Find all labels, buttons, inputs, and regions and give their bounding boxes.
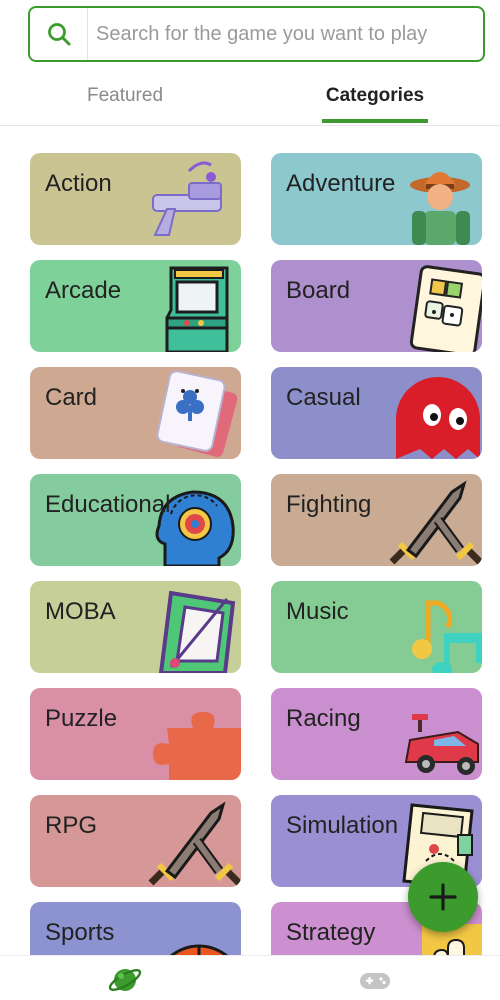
category-card-moba[interactable]: MOBA: [30, 581, 241, 673]
category-label: Fighting: [286, 491, 372, 518]
red-ghost-icon: [382, 367, 482, 459]
category-card-sports[interactable]: Sports: [30, 902, 241, 955]
tab-featured-label: Featured: [86, 84, 164, 106]
gamepad-icon: [360, 973, 390, 989]
category-card-educational[interactable]: Educational: [30, 474, 241, 566]
tab-categories[interactable]: Categories: [250, 66, 500, 125]
tab-featured[interactable]: Featured: [0, 66, 250, 125]
category-card-arcade[interactable]: Arcade: [30, 260, 241, 352]
search-icon[interactable]: [30, 8, 88, 60]
category-label: Action: [45, 170, 112, 197]
category-card-rpg[interactable]: RPG: [30, 795, 241, 887]
category-card-music[interactable]: Music: [271, 581, 482, 673]
category-grid: Action Adventure Arcade Board Card Casual Educ…: [0, 127, 500, 955]
category-label: Racing: [286, 705, 361, 732]
bottom-navigation: [0, 955, 500, 1000]
category-label: MOBA: [45, 598, 116, 625]
category-card-action[interactable]: Action: [30, 153, 241, 245]
moba-board-icon: [141, 581, 241, 673]
category-label: Educational: [45, 491, 171, 518]
swords-icon: [382, 474, 482, 566]
category-card-board[interactable]: Board: [271, 260, 482, 352]
category-label: Puzzle: [45, 705, 118, 732]
category-label: Arcade: [45, 277, 122, 304]
search-input[interactable]: [88, 8, 483, 60]
active-tab-indicator: [322, 119, 428, 123]
category-label: Casual: [286, 384, 361, 411]
pistol-icon: [141, 153, 241, 245]
tab-categories-label: Categories: [325, 84, 425, 106]
category-label: Adventure: [286, 170, 396, 197]
category-label: Music: [286, 598, 349, 625]
puzzle-piece-icon: [141, 688, 241, 780]
category-card-card[interactable]: Card: [30, 367, 241, 459]
race-car-icon: [382, 688, 482, 780]
planet-icon: [108, 969, 142, 991]
head-gear-icon: [141, 474, 241, 566]
music-notes-icon: [382, 581, 482, 673]
explorer-icon: [382, 153, 482, 245]
category-label: RPG: [45, 812, 98, 839]
search-bar[interactable]: [28, 6, 485, 62]
board-game-icon: [382, 260, 482, 352]
category-card-adventure[interactable]: Adventure: [271, 153, 482, 245]
category-card-casual[interactable]: Casual: [271, 367, 482, 459]
category-label: Card: [45, 384, 98, 411]
playing-card-icon: [141, 367, 241, 459]
swords-icon: [141, 795, 241, 887]
category-card-racing[interactable]: Racing: [271, 688, 482, 780]
category-card-fighting[interactable]: Fighting: [271, 474, 482, 566]
category-label: Strategy: [286, 919, 376, 946]
plus-icon: [429, 883, 457, 911]
category-label: Board: [286, 277, 351, 304]
arcade-cabinet-icon: [141, 260, 241, 352]
nav-games-button[interactable]: [355, 960, 395, 1000]
tab-bar: Featured Categories: [0, 66, 500, 126]
basketball-icon: [141, 902, 241, 955]
nav-discover-button[interactable]: [105, 960, 145, 1000]
category-label: Simulation: [286, 812, 399, 839]
add-game-button[interactable]: [408, 862, 478, 932]
category-card-puzzle[interactable]: Puzzle: [30, 688, 241, 780]
category-label: Sports: [45, 919, 115, 946]
